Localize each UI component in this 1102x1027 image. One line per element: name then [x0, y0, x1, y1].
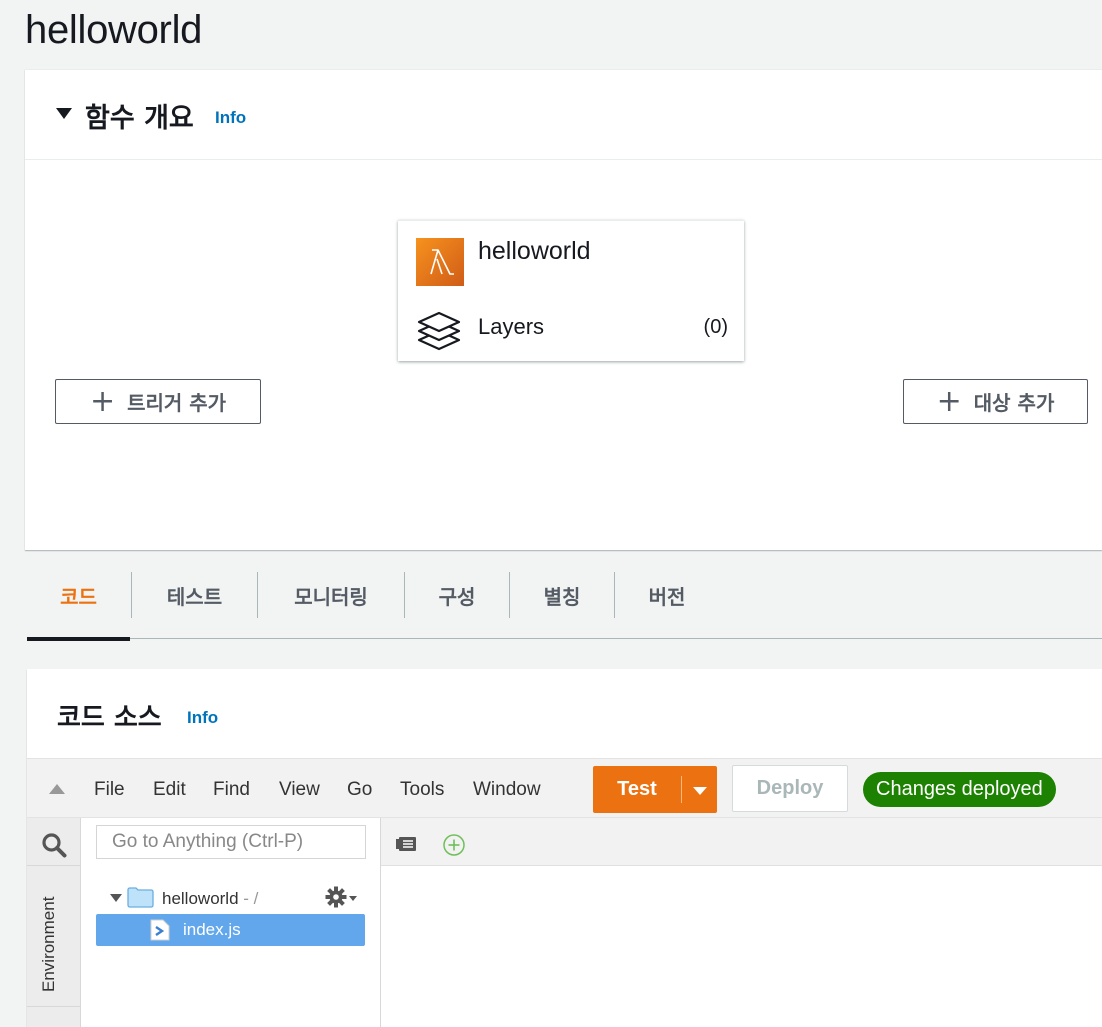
file-js-icon [150, 919, 170, 941]
file-tree-panel: helloworld - / [81, 818, 381, 1027]
ide-side-strip: Environment [27, 818, 81, 1027]
function-overview-title[interactable]: 함수 개요 [85, 96, 194, 135]
plus-icon: + [936, 383, 962, 419]
menu-edit[interactable]: Edit [153, 779, 186, 801]
file-name: index.js [183, 920, 241, 939]
go-to-anything-input[interactable] [96, 825, 366, 859]
function-card[interactable]: helloworld Layers (0) [398, 220, 744, 361]
tab-configuration[interactable]: 구성 [405, 551, 509, 639]
side-divider [27, 1006, 81, 1007]
new-tab-icon[interactable] [443, 834, 465, 856]
test-button[interactable]: Test [593, 766, 717, 813]
ide-menubar: File Edit Find View Go Tools Window Test… [27, 758, 1102, 818]
collapse-up-icon[interactable] [49, 784, 65, 794]
search-icon[interactable] [41, 832, 67, 858]
file-tree-item[interactable]: index.js [96, 914, 365, 946]
menu-view[interactable]: View [279, 779, 320, 801]
folder-name-text: helloworld [162, 889, 239, 908]
function-overview-panel: 함수 개요 Info helloworld Layers (0) + 트리거 추… [25, 69, 1102, 550]
plus-icon: + [89, 383, 116, 419]
test-button-divider [681, 776, 682, 803]
test-dropdown-icon[interactable] [693, 787, 707, 795]
folder-path: - / [238, 889, 259, 908]
add-trigger-button[interactable]: + 트리거 추가 [55, 379, 261, 424]
tab-list-icon[interactable] [396, 835, 418, 853]
function-overview-info-link[interactable]: Info [215, 108, 246, 128]
tab-monitoring[interactable]: 모니터링 [258, 551, 404, 639]
deploy-button[interactable]: Deploy [732, 765, 848, 812]
tab-test[interactable]: 테스트 [132, 551, 257, 639]
tab-versions[interactable]: 버전 [615, 551, 719, 639]
ide-body: Environment helloworld - / [27, 818, 1102, 1027]
tab-code[interactable]: 코드 [27, 551, 130, 641]
side-divider [27, 865, 81, 866]
menu-go[interactable]: Go [347, 779, 372, 801]
folder-expand-icon[interactable] [110, 894, 122, 902]
editor-tab-bar [381, 818, 1102, 866]
gear-icon[interactable] [325, 886, 347, 908]
collapse-caret-icon[interactable] [56, 108, 72, 119]
status-badge: Changes deployed [863, 772, 1056, 807]
test-button-label: Test [617, 778, 657, 800]
menu-tools[interactable]: Tools [400, 779, 444, 801]
menu-window[interactable]: Window [473, 779, 541, 801]
code-source-title: 코드 소스 [57, 703, 162, 733]
layers-count: (0) [703, 316, 728, 338]
function-name: helloworld [478, 237, 591, 265]
function-overview-header: 함수 개요 Info [25, 70, 1102, 160]
menu-file[interactable]: File [94, 779, 125, 801]
gear-dropdown-icon[interactable] [349, 896, 357, 901]
add-destination-label: 대상 추가 [973, 391, 1055, 415]
lambda-icon [416, 238, 464, 286]
code-source-panel: 코드 소스 Info File Edit Find View Go Tools … [27, 669, 1102, 1027]
add-trigger-label: 트리거 추가 [127, 391, 227, 415]
page-title: helloworld [25, 8, 203, 52]
environment-tab[interactable]: Environment [39, 897, 59, 992]
menu-find[interactable]: Find [213, 779, 250, 801]
layers-label[interactable]: Layers [478, 314, 544, 340]
tab-aliases[interactable]: 별칭 [510, 551, 614, 639]
editor-area[interactable] [381, 818, 1102, 1027]
lambda-glyph-icon [430, 249, 454, 275]
code-source-info-link[interactable]: Info [187, 708, 218, 728]
folder-name[interactable]: helloworld - / [162, 889, 258, 909]
folder-icon [127, 887, 154, 908]
add-destination-button[interactable]: + 대상 추가 [903, 379, 1088, 424]
layers-icon [417, 311, 461, 351]
function-tabs: 코드 테스트 모니터링 구성 별칭 버전 [27, 551, 1102, 641]
